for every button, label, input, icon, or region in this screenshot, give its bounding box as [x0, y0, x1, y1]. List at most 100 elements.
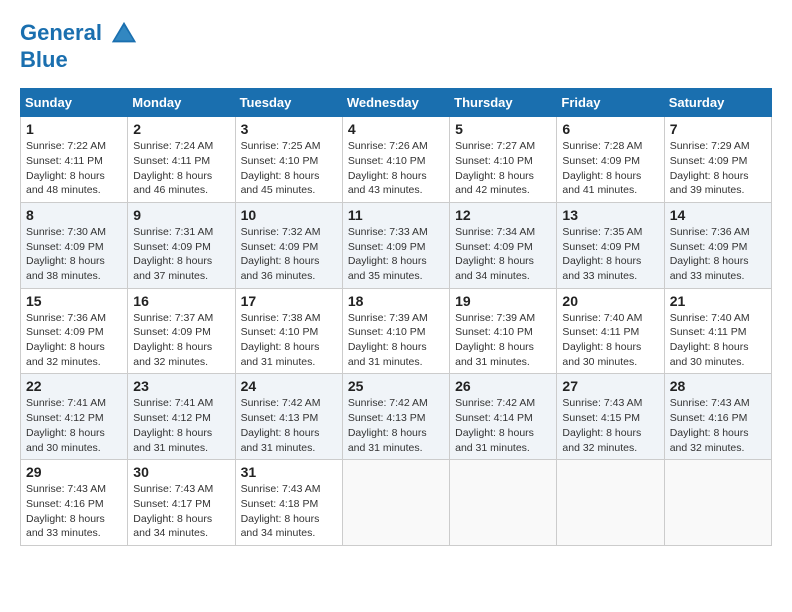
- calendar-cell: 4 Sunrise: 7:26 AM Sunset: 4:10 PM Dayli…: [342, 117, 449, 203]
- weekday-header-row: SundayMondayTuesdayWednesdayThursdayFrid…: [21, 89, 772, 117]
- calendar-cell: 14 Sunrise: 7:36 AM Sunset: 4:09 PM Dayl…: [664, 202, 771, 288]
- weekday-header-sunday: Sunday: [21, 89, 128, 117]
- day-info: Sunrise: 7:36 AM Sunset: 4:09 PM Dayligh…: [26, 311, 122, 370]
- day-info: Sunrise: 7:37 AM Sunset: 4:09 PM Dayligh…: [133, 311, 229, 370]
- calendar-week-3: 15 Sunrise: 7:36 AM Sunset: 4:09 PM Dayl…: [21, 288, 772, 374]
- calendar-cell: 17 Sunrise: 7:38 AM Sunset: 4:10 PM Dayl…: [235, 288, 342, 374]
- day-number: 19: [455, 293, 551, 309]
- calendar-cell: 31 Sunrise: 7:43 AM Sunset: 4:18 PM Dayl…: [235, 460, 342, 546]
- day-number: 15: [26, 293, 122, 309]
- calendar-cell: [557, 460, 664, 546]
- day-number: 11: [348, 207, 444, 223]
- day-number: 6: [562, 121, 658, 137]
- day-info: Sunrise: 7:43 AM Sunset: 4:15 PM Dayligh…: [562, 396, 658, 455]
- calendar-cell: 28 Sunrise: 7:43 AM Sunset: 4:16 PM Dayl…: [664, 374, 771, 460]
- day-number: 31: [241, 464, 337, 480]
- day-info: Sunrise: 7:24 AM Sunset: 4:11 PM Dayligh…: [133, 139, 229, 198]
- day-info: Sunrise: 7:26 AM Sunset: 4:10 PM Dayligh…: [348, 139, 444, 198]
- day-number: 3: [241, 121, 337, 137]
- day-number: 9: [133, 207, 229, 223]
- weekday-header-monday: Monday: [128, 89, 235, 117]
- calendar-cell: 8 Sunrise: 7:30 AM Sunset: 4:09 PM Dayli…: [21, 202, 128, 288]
- weekday-header-thursday: Thursday: [450, 89, 557, 117]
- day-info: Sunrise: 7:30 AM Sunset: 4:09 PM Dayligh…: [26, 225, 122, 284]
- day-number: 17: [241, 293, 337, 309]
- day-info: Sunrise: 7:43 AM Sunset: 4:16 PM Dayligh…: [670, 396, 766, 455]
- calendar-cell: 13 Sunrise: 7:35 AM Sunset: 4:09 PM Dayl…: [557, 202, 664, 288]
- day-number: 21: [670, 293, 766, 309]
- calendar-cell: 3 Sunrise: 7:25 AM Sunset: 4:10 PM Dayli…: [235, 117, 342, 203]
- calendar-cell: 24 Sunrise: 7:42 AM Sunset: 4:13 PM Dayl…: [235, 374, 342, 460]
- calendar-cell: 7 Sunrise: 7:29 AM Sunset: 4:09 PM Dayli…: [664, 117, 771, 203]
- day-info: Sunrise: 7:40 AM Sunset: 4:11 PM Dayligh…: [670, 311, 766, 370]
- weekday-header-tuesday: Tuesday: [235, 89, 342, 117]
- logo-blue: Blue: [20, 48, 138, 72]
- day-info: Sunrise: 7:42 AM Sunset: 4:13 PM Dayligh…: [241, 396, 337, 455]
- day-info: Sunrise: 7:40 AM Sunset: 4:11 PM Dayligh…: [562, 311, 658, 370]
- calendar-cell: 12 Sunrise: 7:34 AM Sunset: 4:09 PM Dayl…: [450, 202, 557, 288]
- calendar-week-4: 22 Sunrise: 7:41 AM Sunset: 4:12 PM Dayl…: [21, 374, 772, 460]
- calendar-cell: 30 Sunrise: 7:43 AM Sunset: 4:17 PM Dayl…: [128, 460, 235, 546]
- day-info: Sunrise: 7:31 AM Sunset: 4:09 PM Dayligh…: [133, 225, 229, 284]
- day-number: 25: [348, 378, 444, 394]
- calendar-cell: 10 Sunrise: 7:32 AM Sunset: 4:09 PM Dayl…: [235, 202, 342, 288]
- day-number: 14: [670, 207, 766, 223]
- day-info: Sunrise: 7:27 AM Sunset: 4:10 PM Dayligh…: [455, 139, 551, 198]
- calendar-cell: 27 Sunrise: 7:43 AM Sunset: 4:15 PM Dayl…: [557, 374, 664, 460]
- day-info: Sunrise: 7:34 AM Sunset: 4:09 PM Dayligh…: [455, 225, 551, 284]
- day-info: Sunrise: 7:29 AM Sunset: 4:09 PM Dayligh…: [670, 139, 766, 198]
- day-info: Sunrise: 7:39 AM Sunset: 4:10 PM Dayligh…: [455, 311, 551, 370]
- day-number: 10: [241, 207, 337, 223]
- calendar-cell: [342, 460, 449, 546]
- day-info: Sunrise: 7:43 AM Sunset: 4:16 PM Dayligh…: [26, 482, 122, 541]
- day-number: 16: [133, 293, 229, 309]
- day-info: Sunrise: 7:33 AM Sunset: 4:09 PM Dayligh…: [348, 225, 444, 284]
- calendar-cell: 18 Sunrise: 7:39 AM Sunset: 4:10 PM Dayl…: [342, 288, 449, 374]
- calendar-week-2: 8 Sunrise: 7:30 AM Sunset: 4:09 PM Dayli…: [21, 202, 772, 288]
- day-number: 30: [133, 464, 229, 480]
- day-info: Sunrise: 7:28 AM Sunset: 4:09 PM Dayligh…: [562, 139, 658, 198]
- calendar-cell: 29 Sunrise: 7:43 AM Sunset: 4:16 PM Dayl…: [21, 460, 128, 546]
- day-number: 29: [26, 464, 122, 480]
- day-number: 23: [133, 378, 229, 394]
- calendar-week-5: 29 Sunrise: 7:43 AM Sunset: 4:16 PM Dayl…: [21, 460, 772, 546]
- weekday-header-wednesday: Wednesday: [342, 89, 449, 117]
- calendar-cell: 21 Sunrise: 7:40 AM Sunset: 4:11 PM Dayl…: [664, 288, 771, 374]
- calendar-cell: 9 Sunrise: 7:31 AM Sunset: 4:09 PM Dayli…: [128, 202, 235, 288]
- day-number: 7: [670, 121, 766, 137]
- day-number: 27: [562, 378, 658, 394]
- weekday-header-friday: Friday: [557, 89, 664, 117]
- page-header: General Blue: [20, 20, 772, 72]
- calendar-cell: 19 Sunrise: 7:39 AM Sunset: 4:10 PM Dayl…: [450, 288, 557, 374]
- day-number: 26: [455, 378, 551, 394]
- calendar-cell: 23 Sunrise: 7:41 AM Sunset: 4:12 PM Dayl…: [128, 374, 235, 460]
- day-info: Sunrise: 7:41 AM Sunset: 4:12 PM Dayligh…: [26, 396, 122, 455]
- day-number: 20: [562, 293, 658, 309]
- day-number: 13: [562, 207, 658, 223]
- day-info: Sunrise: 7:43 AM Sunset: 4:17 PM Dayligh…: [133, 482, 229, 541]
- calendar-cell: 2 Sunrise: 7:24 AM Sunset: 4:11 PM Dayli…: [128, 117, 235, 203]
- day-number: 4: [348, 121, 444, 137]
- day-number: 18: [348, 293, 444, 309]
- day-number: 5: [455, 121, 551, 137]
- day-info: Sunrise: 7:25 AM Sunset: 4:10 PM Dayligh…: [241, 139, 337, 198]
- calendar-cell: 5 Sunrise: 7:27 AM Sunset: 4:10 PM Dayli…: [450, 117, 557, 203]
- day-info: Sunrise: 7:36 AM Sunset: 4:09 PM Dayligh…: [670, 225, 766, 284]
- calendar-table: SundayMondayTuesdayWednesdayThursdayFrid…: [20, 88, 772, 546]
- day-number: 24: [241, 378, 337, 394]
- day-info: Sunrise: 7:42 AM Sunset: 4:13 PM Dayligh…: [348, 396, 444, 455]
- calendar-cell: [450, 460, 557, 546]
- day-info: Sunrise: 7:32 AM Sunset: 4:09 PM Dayligh…: [241, 225, 337, 284]
- weekday-header-saturday: Saturday: [664, 89, 771, 117]
- calendar-cell: 16 Sunrise: 7:37 AM Sunset: 4:09 PM Dayl…: [128, 288, 235, 374]
- calendar-cell: 25 Sunrise: 7:42 AM Sunset: 4:13 PM Dayl…: [342, 374, 449, 460]
- calendar-cell: 15 Sunrise: 7:36 AM Sunset: 4:09 PM Dayl…: [21, 288, 128, 374]
- day-number: 8: [26, 207, 122, 223]
- logo-text: General: [20, 20, 138, 48]
- day-info: Sunrise: 7:41 AM Sunset: 4:12 PM Dayligh…: [133, 396, 229, 455]
- calendar-body: 1 Sunrise: 7:22 AM Sunset: 4:11 PM Dayli…: [21, 117, 772, 546]
- day-info: Sunrise: 7:39 AM Sunset: 4:10 PM Dayligh…: [348, 311, 444, 370]
- calendar-cell: 26 Sunrise: 7:42 AM Sunset: 4:14 PM Dayl…: [450, 374, 557, 460]
- calendar-cell: 11 Sunrise: 7:33 AM Sunset: 4:09 PM Dayl…: [342, 202, 449, 288]
- day-number: 22: [26, 378, 122, 394]
